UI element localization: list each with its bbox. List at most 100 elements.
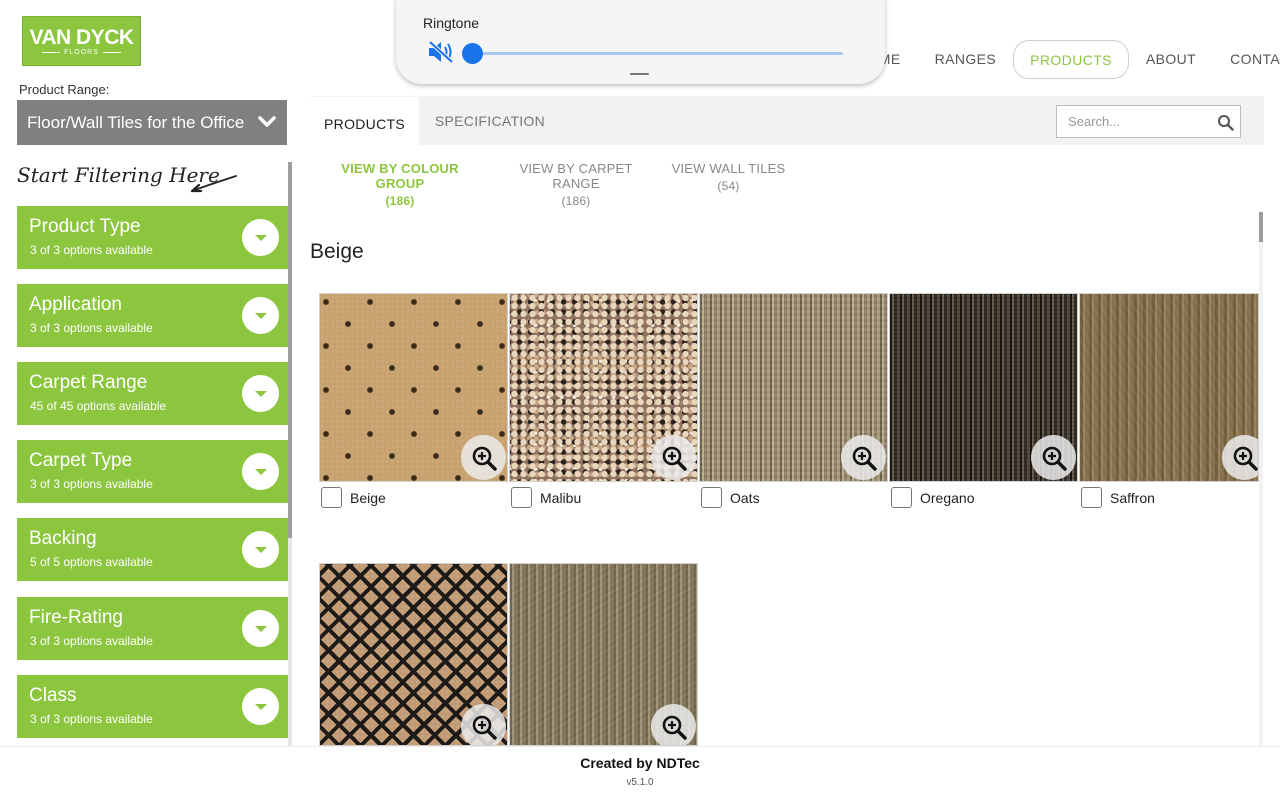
filter-title: Class [29,685,77,706]
zoom-in-icon [472,446,497,471]
chevron-down-icon [254,234,267,241]
product-name: Saffron [1110,489,1155,506]
nav-ranges[interactable]: RANGES [918,40,1014,79]
product-range-value: Floor/Wall Tiles for the Office [27,112,245,132]
filter-title: Carpet Range [29,372,148,393]
filter-product-type[interactable]: Product Type 3 of 3 options available [17,206,288,269]
content-scroll-thumb[interactable] [1259,212,1263,242]
product-swatch[interactable] [319,293,508,482]
filter-carpet-type[interactable]: Carpet Type 3 of 3 options available [17,440,288,503]
filter-subtitle: 3 of 3 options available [30,477,153,491]
product-checkbox-oregano[interactable]: Oregano [891,487,974,508]
footer-version: v5.1.0 [626,777,654,788]
product-swatch[interactable] [509,293,698,482]
filter-title: Carpet Type [29,450,133,471]
filter-fire-rating[interactable]: Fire-Rating 3 of 3 options available [17,597,288,660]
nav-about[interactable]: ABOUT [1129,40,1213,79]
product-swatch[interactable] [319,563,508,746]
product-swatch[interactable] [889,293,1078,482]
product-name: Oregano [920,489,975,506]
expand-button[interactable] [242,453,279,490]
panel-drag-handle[interactable] [630,73,649,75]
search-input[interactable] [1057,106,1207,137]
filter-subtitle: 3 of 3 options available [30,321,153,335]
zoom-in-icon [1042,446,1067,471]
filter-title: Application [29,294,122,315]
product-checkbox-saffron[interactable]: Saffron [1081,487,1155,508]
nav-contact[interactable]: CONTACT [1213,40,1280,79]
zoom-button[interactable] [1031,435,1076,480]
filter-title: Fire-Rating [29,607,123,628]
expand-button[interactable] [242,531,279,568]
subtab-count: (186) [385,194,415,208]
footer: Created by NDTec v5.1.0 [0,746,1280,800]
subtab-count: (186) [561,194,591,208]
colour-group-title: Beige [310,240,364,263]
chevron-down-icon [254,625,267,632]
filter-backing[interactable]: Backing 5 of 5 options available [17,518,288,581]
content-scrollbar[interactable] [1259,212,1263,746]
zoom-in-icon [1233,446,1258,471]
expand-button[interactable] [242,610,279,647]
volume-muted-icon[interactable] [427,40,455,64]
checkbox[interactable] [1081,487,1102,508]
tab-products[interactable]: PRODUCTS [310,97,419,145]
subtab-label: VIEW BY CARPET RANGE [519,161,633,191]
content-tab-bar: PRODUCTS SPECIFICATION [310,96,1264,145]
product-swatch[interactable] [699,293,888,482]
product-swatch[interactable] [509,563,698,746]
product-checkbox-malibu[interactable]: Malibu [511,487,581,508]
tab-specification[interactable]: SPECIFICATION [435,96,545,145]
zoom-button[interactable] [841,435,886,480]
view-by-carpet-range-tab[interactable]: VIEW BY CARPET RANGE (186) [496,161,656,208]
chevron-down-icon [254,546,267,553]
sidebar-scroll-thumb[interactable] [288,162,292,538]
volume-panel: Ringtone [396,0,885,84]
checkbox[interactable] [511,487,532,508]
nav-products[interactable]: PRODUCTS [1013,40,1129,79]
zoom-in-icon [662,715,687,740]
zoom-button[interactable] [1222,435,1258,480]
footer-credit: Created by NDTec [580,755,700,771]
filter-subtitle: 45 of 45 options available [30,399,167,413]
logo-sub: FLOORS [42,49,121,56]
zoom-button[interactable] [461,704,506,745]
filter-application[interactable]: Application 3 of 3 options available [17,284,288,347]
expand-button[interactable] [242,688,279,725]
zoom-button[interactable] [651,435,696,480]
view-wall-tiles-tab[interactable]: VIEW WALL TILES (54) [670,161,787,193]
subtab-label: VIEW WALL TILES [671,161,786,176]
filter-subtitle: 5 of 5 options available [30,555,153,569]
main-nav: HOME RANGES PRODUCTS ABOUT CONTACT [840,40,1280,79]
checkbox[interactable] [701,487,722,508]
expand-button[interactable] [242,375,279,412]
chevron-down-icon [254,468,267,475]
search-box [1056,105,1241,138]
zoom-in-icon [662,446,687,471]
chevron-down-icon [254,703,267,710]
product-checkbox-beige[interactable]: Beige [321,487,386,508]
van-dyck-logo[interactable]: VAN DYCK FLOORS [22,16,141,66]
filter-class[interactable]: Class 3 of 3 options available [17,675,288,738]
expand-button[interactable] [242,219,279,256]
subtab-label: VIEW BY COLOUR GROUP [341,161,459,191]
product-checkbox-oats[interactable]: Oats [701,487,760,508]
volume-slider-track[interactable] [472,52,843,55]
filter-title: Product Type [29,216,141,237]
filter-title: Backing [29,528,97,549]
checkbox[interactable] [321,487,342,508]
product-swatch[interactable] [1079,293,1259,482]
volume-panel-title: Ringtone [423,15,480,31]
zoom-button[interactable] [461,435,506,480]
expand-button[interactable] [242,297,279,334]
view-by-colour-group-tab[interactable]: VIEW BY COLOUR GROUP (186) [320,161,480,208]
filter-subtitle: 3 of 3 options available [30,243,153,257]
zoom-button[interactable] [651,704,696,745]
search-icon[interactable] [1217,114,1234,131]
arrow-left-icon [190,175,237,193]
page: VAN DYCK FLOORS HOME RANGES PRODUCTS ABO… [0,0,1280,800]
checkbox[interactable] [891,487,912,508]
filter-carpet-range[interactable]: Carpet Range 45 of 45 options available [17,362,288,425]
volume-slider-thumb[interactable] [462,43,483,64]
product-range-select[interactable]: Floor/Wall Tiles for the Office [17,100,287,145]
